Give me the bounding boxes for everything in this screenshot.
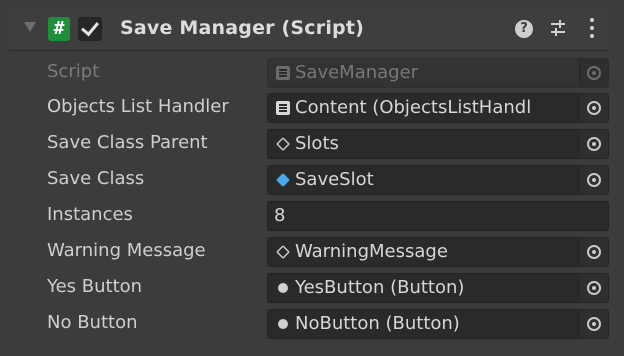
field-value-no-button[interactable]: NoButton (Button) [267,309,609,339]
field-value-save-class[interactable]: SaveSlot [267,165,609,195]
field-label-script: Script [47,61,100,82]
target-icon [587,173,601,187]
inspector-panel: # Save Manager (Script) ? Script SaveMana… [0,0,624,356]
field-label-save-class-parent: Save Class Parent [47,132,208,153]
component-title: Save Manager (Script) [120,17,365,39]
field-row-script: Script SaveManager [10,56,610,90]
field-label-objects-list-handler: Objects List Handler [47,96,229,117]
field-row-instances: Instances 8 [10,199,610,233]
context-menu-icon[interactable] [588,18,596,40]
target-icon [587,101,601,115]
field-label-yes-button: Yes Button [47,276,143,297]
foldout-arrow-icon[interactable] [24,22,36,32]
enabled-checkbox[interactable] [78,17,102,41]
target-icon [587,317,601,331]
field-value-objects-list-handler[interactable]: Content (ObjectsListHandl [267,93,609,123]
field-row-objects-list-handler: Objects List Handler Content (ObjectsList… [10,91,610,125]
field-value-text: SaveManager [295,62,419,83]
field-row-save-class-parent: Save Class Parent Slots [10,127,610,161]
field-value-script: SaveManager [267,58,609,88]
component-icon [278,283,288,293]
target-icon [587,137,601,151]
target-icon [587,245,601,259]
field-value-instances[interactable]: 8 [267,201,609,231]
check-icon [81,17,99,37]
gameobject-icon [276,137,290,151]
field-label-no-button: No Button [47,312,138,333]
field-label-save-class: Save Class [47,168,145,189]
help-icon[interactable]: ? [515,20,533,38]
component-header[interactable]: # Save Manager (Script) ? [10,8,610,51]
field-label-warning-message: Warning Message [47,240,206,261]
object-picker-button[interactable] [579,238,608,266]
component-icon [278,319,288,329]
object-picker-button[interactable] [579,310,608,338]
field-value-text: Slots [295,133,339,154]
target-icon [587,66,601,80]
object-picker-button[interactable] [579,166,608,194]
field-value-text: SaveSlot [295,169,374,190]
field-value-text: NoButton (Button) [295,313,460,334]
field-row-save-class: Save Class SaveSlot [10,163,610,197]
field-value-text: WarningMessage [295,241,448,262]
object-picker-button[interactable] [579,94,608,122]
prefab-icon [276,173,290,187]
object-picker-button[interactable] [579,274,608,302]
field-value-text: Content (ObjectsListHandl [295,97,532,118]
field-row-no-button: No Button NoButton (Button) [10,307,610,341]
field-row-yes-button: Yes Button YesButton (Button) [10,271,610,305]
field-label-instances: Instances [47,204,133,225]
field-row-warning-message: Warning Message WarningMessage [10,235,610,269]
object-picker-button [579,59,608,87]
preset-icon[interactable] [548,18,568,38]
target-icon [587,281,601,295]
field-value-yes-button[interactable]: YesButton (Button) [267,273,609,303]
field-value-warning-message[interactable]: WarningMessage [267,237,609,267]
object-picker-button[interactable] [579,130,608,158]
script-icon [276,66,290,80]
script-icon [276,101,290,115]
field-value-save-class-parent[interactable]: Slots [267,129,609,159]
gameobject-icon [276,245,290,259]
script-icon: # [48,17,70,41]
field-value-text: 8 [274,205,286,226]
field-value-text: YesButton (Button) [295,277,465,298]
